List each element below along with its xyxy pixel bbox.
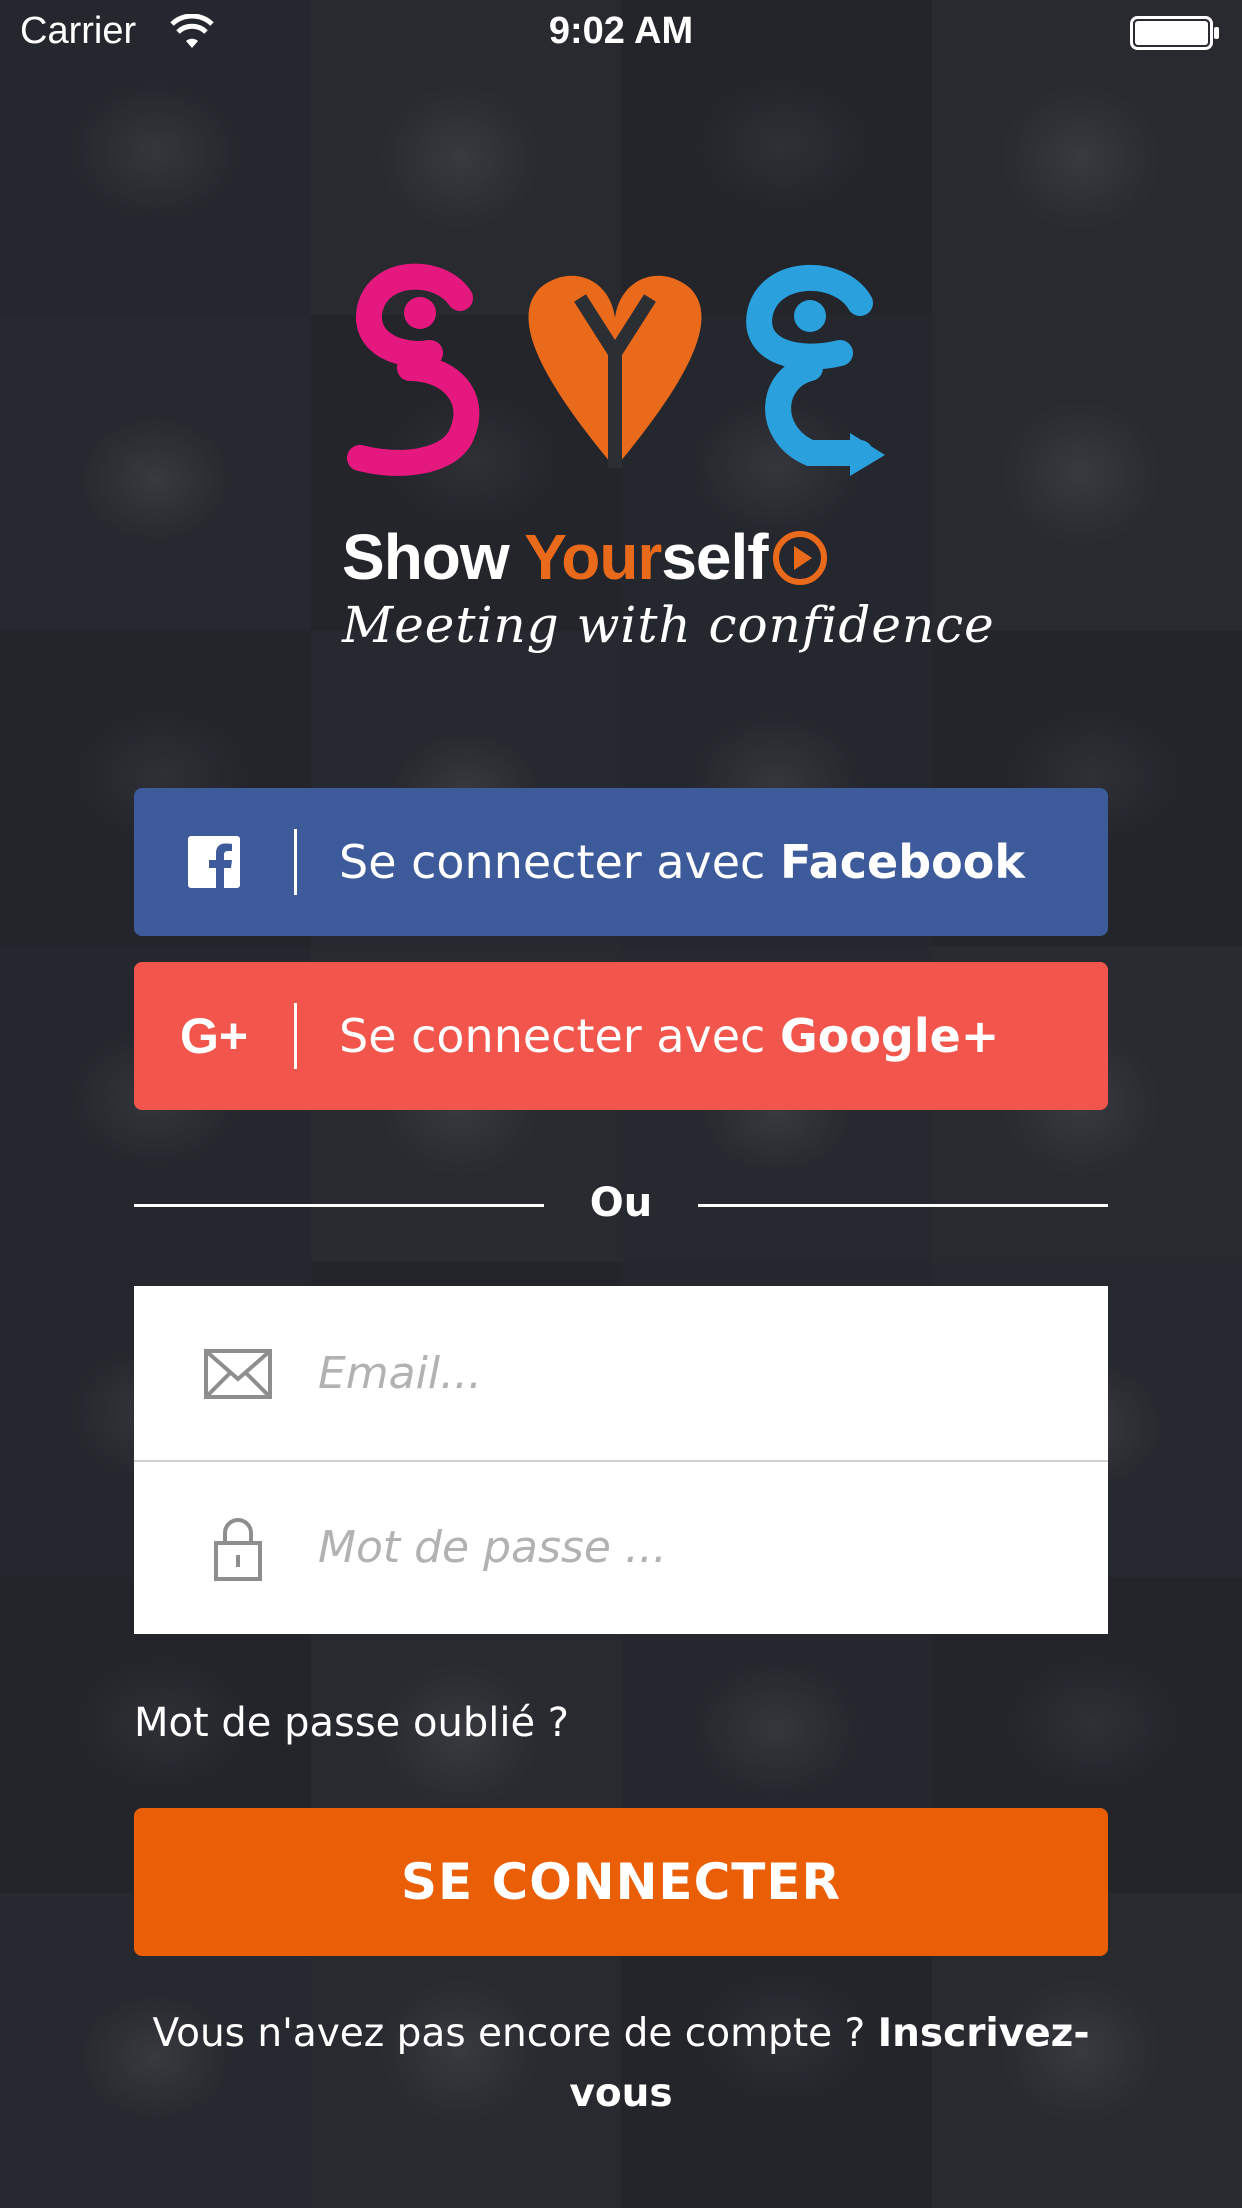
battery-icon (1130, 16, 1219, 50)
google-login-button[interactable]: G+ Se connecter avec Google+ (134, 962, 1108, 1110)
password-input[interactable] (316, 1520, 1020, 1574)
facebook-icon (188, 836, 240, 888)
play-icon (772, 531, 827, 586)
tagline: Meeting with confidence (342, 596, 995, 654)
lock-icon (214, 1518, 262, 1581)
status-time: 9:02 AM (548, 10, 694, 52)
facebook-divider (294, 829, 297, 895)
google-login-label: Se connecter avec Google+ (339, 1009, 1000, 1063)
login-form (134, 1286, 1108, 1634)
google-plus-icon: G+ (179, 1008, 249, 1064)
or-divider: Ou (134, 1172, 1108, 1242)
forgot-password-link[interactable]: Mot de passe oublié ? (134, 1700, 569, 1746)
facebook-login-button[interactable]: Se connecter avec Facebook (134, 788, 1108, 936)
or-label: Ou (589, 1180, 653, 1226)
status-bar: Carrier 9:02 AM (0, 0, 1242, 66)
brand-name-self: self (661, 521, 768, 593)
login-button[interactable]: SE CONNECTER (134, 1808, 1108, 1956)
password-field[interactable] (134, 1460, 1108, 1634)
email-field[interactable] (134, 1286, 1108, 1462)
brand-name-show: Show (342, 521, 525, 593)
facebook-login-label: Se connecter avec Facebook (339, 835, 1025, 889)
envelope-icon (204, 1349, 272, 1399)
brand-name-your: Your (524, 521, 662, 593)
google-divider (294, 1003, 297, 1069)
signup-prompt: Vous n'avez pas encore de compte ? Inscr… (134, 2004, 1108, 2124)
email-input[interactable] (316, 1346, 1020, 1400)
login-screen: Carrier 9:02 AM Show Yourself Meeting wi… (0, 0, 1242, 2208)
syg-logo-icon (347, 263, 885, 476)
brand-name: Show Yourself (342, 520, 902, 593)
signup-prompt-text: Vous n'avez pas encore de compte ? (152, 2011, 878, 2056)
